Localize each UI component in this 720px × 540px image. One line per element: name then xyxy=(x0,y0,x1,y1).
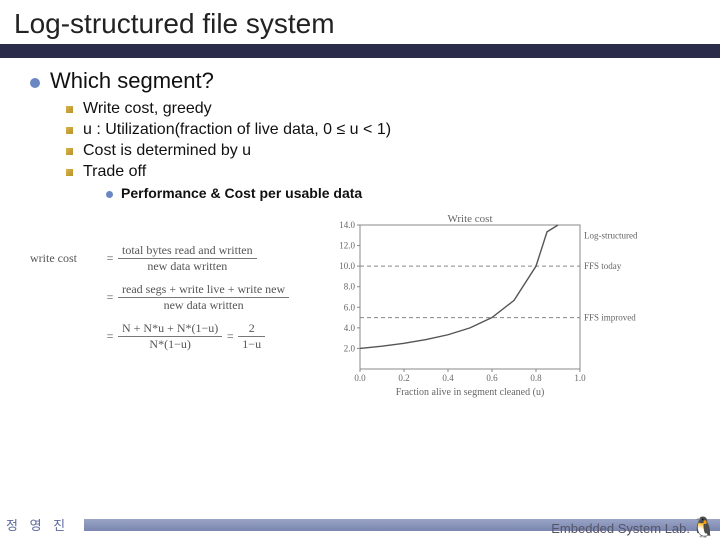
write-cost-chart: Write cost 2.0 4.0 6.0 8.0 10.0 12.0 14.0 0.0 0.2… xyxy=(320,211,650,399)
svg-text:14.0: 14.0 xyxy=(339,220,355,230)
formula-numerator: read segs + write live + write new xyxy=(118,282,289,298)
svg-text:6.0: 6.0 xyxy=(344,302,356,312)
author-name: 정 영 진 xyxy=(0,515,84,534)
list-item-label: u : Utilization(fraction of live data, 0… xyxy=(83,121,391,139)
equals-sign: = xyxy=(222,329,238,344)
sub-list-item: Performance & Cost per usable data xyxy=(106,185,694,201)
svg-text:0.6: 0.6 xyxy=(486,373,498,383)
sub-list-item-label: Performance & Cost per usable data xyxy=(121,185,362,201)
svg-text:Fraction alive in segment clea: Fraction alive in segment cleaned (u) xyxy=(396,387,545,398)
formula-lhs: write cost xyxy=(30,251,102,266)
heading-row: Which segment? xyxy=(30,68,694,94)
formula-denominator: new data written xyxy=(118,298,289,313)
list-item-label: Write cost, greedy xyxy=(83,100,212,118)
svg-text:0.0: 0.0 xyxy=(354,373,366,383)
formula-denominator: 1−u xyxy=(238,337,265,352)
slide-title: Log-structured file system xyxy=(0,0,720,44)
equals-sign: = xyxy=(102,290,118,305)
list-item: Trade off xyxy=(66,163,694,181)
square-bullet-icon xyxy=(66,169,73,176)
formula-numerator: total bytes read and written xyxy=(118,243,257,259)
svg-text:2.0: 2.0 xyxy=(344,343,356,353)
figure-area: write cost = total bytes read and writte… xyxy=(26,209,694,399)
title-underline xyxy=(0,44,720,58)
svg-text:4.0: 4.0 xyxy=(344,323,356,333)
formula-numerator: 2 xyxy=(238,321,265,337)
square-bullet-icon xyxy=(66,148,73,155)
formula-denominator: N*(1−u) xyxy=(118,337,222,352)
equals-sign: = xyxy=(102,251,118,266)
list-item: u : Utilization(fraction of live data, 0… xyxy=(66,121,694,139)
heading-text: Which segment? xyxy=(50,68,214,94)
content-area: Which segment? Write cost, greedy u : Ut… xyxy=(0,68,720,399)
bullet-disc-icon xyxy=(30,78,40,88)
svg-text:12.0: 12.0 xyxy=(339,241,355,251)
svg-text:0.2: 0.2 xyxy=(398,373,409,383)
square-bullet-icon xyxy=(66,106,73,113)
svg-text:10.0: 10.0 xyxy=(339,261,355,271)
svg-text:Log-structured: Log-structured xyxy=(584,230,638,240)
svg-text:8.0: 8.0 xyxy=(344,282,356,292)
formula-block: write cost = total bytes read and writte… xyxy=(30,209,310,360)
penguin-icon: 🐧 xyxy=(691,518,716,538)
list-item-label: Cost is determined by u xyxy=(83,142,251,160)
svg-text:FFS today: FFS today xyxy=(584,261,622,271)
svg-text:1.0: 1.0 xyxy=(574,373,586,383)
equals-sign: = xyxy=(102,329,118,344)
list-item: Cost is determined by u xyxy=(66,142,694,160)
bullet-disc-icon xyxy=(106,191,113,198)
lab-name: Embedded System Lab. xyxy=(551,521,690,536)
square-bullet-icon xyxy=(66,127,73,134)
svg-text:0.8: 0.8 xyxy=(530,373,542,383)
formula-denominator: new data written xyxy=(118,259,257,274)
formula-numerator: N + N*u + N*(1−u) xyxy=(118,321,222,337)
list-item-label: Trade off xyxy=(83,163,146,181)
svg-text:FFS improved: FFS improved xyxy=(584,313,636,323)
list-item: Write cost, greedy xyxy=(66,100,694,118)
svg-text:0.4: 0.4 xyxy=(442,373,454,383)
svg-text:Write cost: Write cost xyxy=(447,213,492,225)
